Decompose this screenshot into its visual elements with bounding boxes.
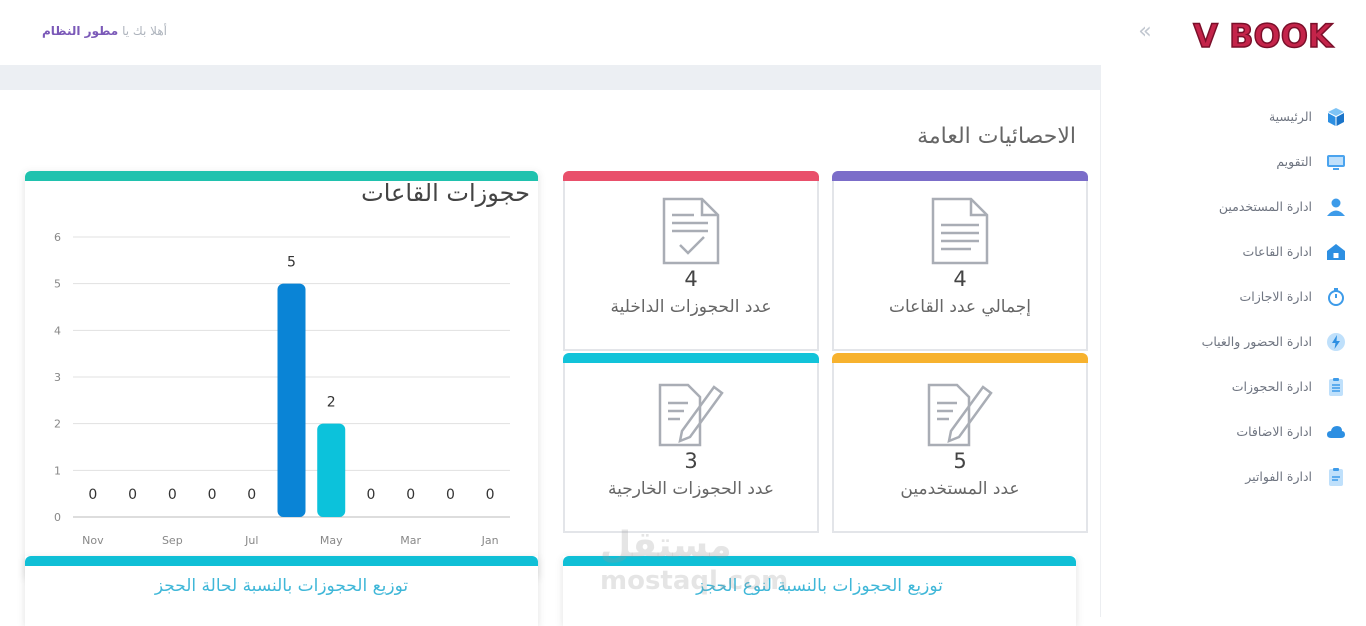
data-label: 0 [208,487,217,503]
sidebar-item-attendance[interactable]: ادارة الحضور والغياب [1106,319,1346,364]
logo-text: V BOOK [1193,17,1334,55]
clipboard-list-icon [1326,377,1346,397]
data-label: 0 [168,487,177,503]
stat-value: 3 [684,449,698,473]
cloud-icon [1326,422,1346,442]
booking-status-card: توزيع الحجوزات بالنسبة لحالة الحجز [25,556,538,626]
stat-card-internal-bookings: 4 عدد الحجوزات الداخلية [563,171,819,351]
watermark: مستقل mostaql.com [600,525,789,596]
sidebar-item-label: التقويم [1276,154,1312,169]
stat-value: 4 [953,267,967,291]
clipboard-icon [1326,467,1346,487]
stat-card-external-bookings: 3 عدد الحجوزات الخارجية [563,353,819,533]
cube-icon [1326,107,1346,127]
stat-card-users: 5 عدد المستخدمين [832,353,1088,533]
bar [277,283,306,517]
card-title: توزيع الحجوزات بالنسبة لحالة الحجز [154,576,409,596]
sidebar-item-calendar[interactable]: التقويم [1106,139,1346,184]
stopwatch-icon [1326,287,1346,307]
x-tick-label: Jul [244,534,258,547]
sidebar-item-bookings[interactable]: ادارة الحجوزات [1106,364,1346,409]
top-header: أهلا بك يا مطور النظام [0,0,1101,65]
data-label: 5 [287,255,296,271]
hall-bookings-chart-card: حجوزات القاعات 0 1 2 3 4 5 6 0 Nov 0 0 Sep 0 0 Jul 5 2 Ma… [25,171,538,577]
card-accent [832,171,1088,181]
card-accent [563,353,819,363]
sidebar-item-invoices[interactable]: ادارة الفواتير [1106,454,1346,499]
data-label: 0 [366,487,375,503]
y-tick-label: 5 [54,278,61,291]
document-icon [931,197,989,269]
y-tick-label: 3 [54,371,61,384]
bar-chart: 0 1 2 3 4 5 6 0 Nov 0 0 Sep 0 0 Jul 5 2 May 0 0 Mar 0 0 Jan [54,231,510,547]
document-check-icon [662,197,720,269]
card-accent [563,171,819,181]
watermark-arabic: مستقل [600,525,732,566]
collapse-sidebar-icon[interactable]: « [1133,20,1157,44]
sidebar-item-label: ادارة المستخدمين [1218,199,1312,214]
data-label: 2 [327,395,336,411]
sidebar-nav: الرئيسية التقويم ادارة المستخدمين ادارة … [1106,94,1346,499]
stat-value: 4 [684,267,698,291]
x-tick-label: Jan [481,534,499,547]
edit-document-icon [658,379,724,451]
stat-label: عدد الحجوزات الداخلية [610,297,772,317]
sidebar-item-label: ادارة الفواتير [1245,469,1312,484]
sidebar-item-label: الرئيسية [1268,109,1312,124]
monitor-icon [1326,152,1346,172]
stat-card-total-halls: 4 إجمالي عدد القاعات [832,171,1088,351]
x-tick-label: May [320,534,343,547]
bar [317,423,346,517]
y-tick-label: 1 [54,464,61,477]
sidebar: V BOOK « الرئيسية التقويم ادارة المستخدم… [1100,0,1366,617]
stat-value: 5 [953,449,967,473]
y-tick-label: 0 [54,511,61,524]
y-tick-label: 2 [54,418,61,431]
x-tick-label: Nov [82,534,104,547]
greeting-prefix: أهلا بك يا [122,24,167,38]
edit-document-icon [927,379,993,451]
bolt-icon [1326,332,1346,352]
data-label: 0 [247,487,256,503]
sidebar-item-label: ادارة الحضور والغياب [1201,334,1312,349]
y-tick-label: 4 [54,324,61,337]
header-divider [0,65,1101,90]
user-icon [1326,197,1346,217]
stat-label: عدد الحجوزات الخارجية [607,479,775,499]
x-tick-label: Mar [400,534,421,547]
sidebar-item-label: ادارة القاعات [1242,244,1312,259]
data-label: 0 [446,487,455,503]
sidebar-item-halls[interactable]: ادارة القاعات [1106,229,1346,274]
section-title: الاحصائيات العامة [917,124,1076,149]
data-label: 0 [88,487,97,503]
data-label: 0 [406,487,415,503]
vbook-logo[interactable]: V BOOK [1191,14,1336,58]
stat-label: إجمالي عدد القاعات [888,297,1032,317]
x-tick-label: Sep [162,534,183,547]
sidebar-item-addons[interactable]: ادارة الاضافات [1106,409,1346,454]
sidebar-item-label: ادارة الاضافات [1236,424,1312,439]
card-accent [25,556,538,566]
sidebar-item-users[interactable]: ادارة المستخدمين [1106,184,1346,229]
data-label: 0 [486,487,495,503]
card-accent [832,353,1088,363]
home-icon [1326,242,1346,262]
y-tick-label: 6 [54,231,61,244]
sidebar-item-vacations[interactable]: ادارة الاجازات [1106,274,1346,319]
stat-label: عدد المستخدمين [900,479,1020,499]
sidebar-item-label: ادارة الاجازات [1239,289,1313,304]
sidebar-item-home[interactable]: الرئيسية [1106,94,1346,139]
greeting: أهلا بك يا مطور النظام [42,24,167,38]
sidebar-item-label: ادارة الحجوزات [1231,379,1312,394]
data-label: 0 [128,487,137,503]
watermark-latin: mostaql.com [600,566,789,596]
user-name[interactable]: مطور النظام [42,24,118,38]
